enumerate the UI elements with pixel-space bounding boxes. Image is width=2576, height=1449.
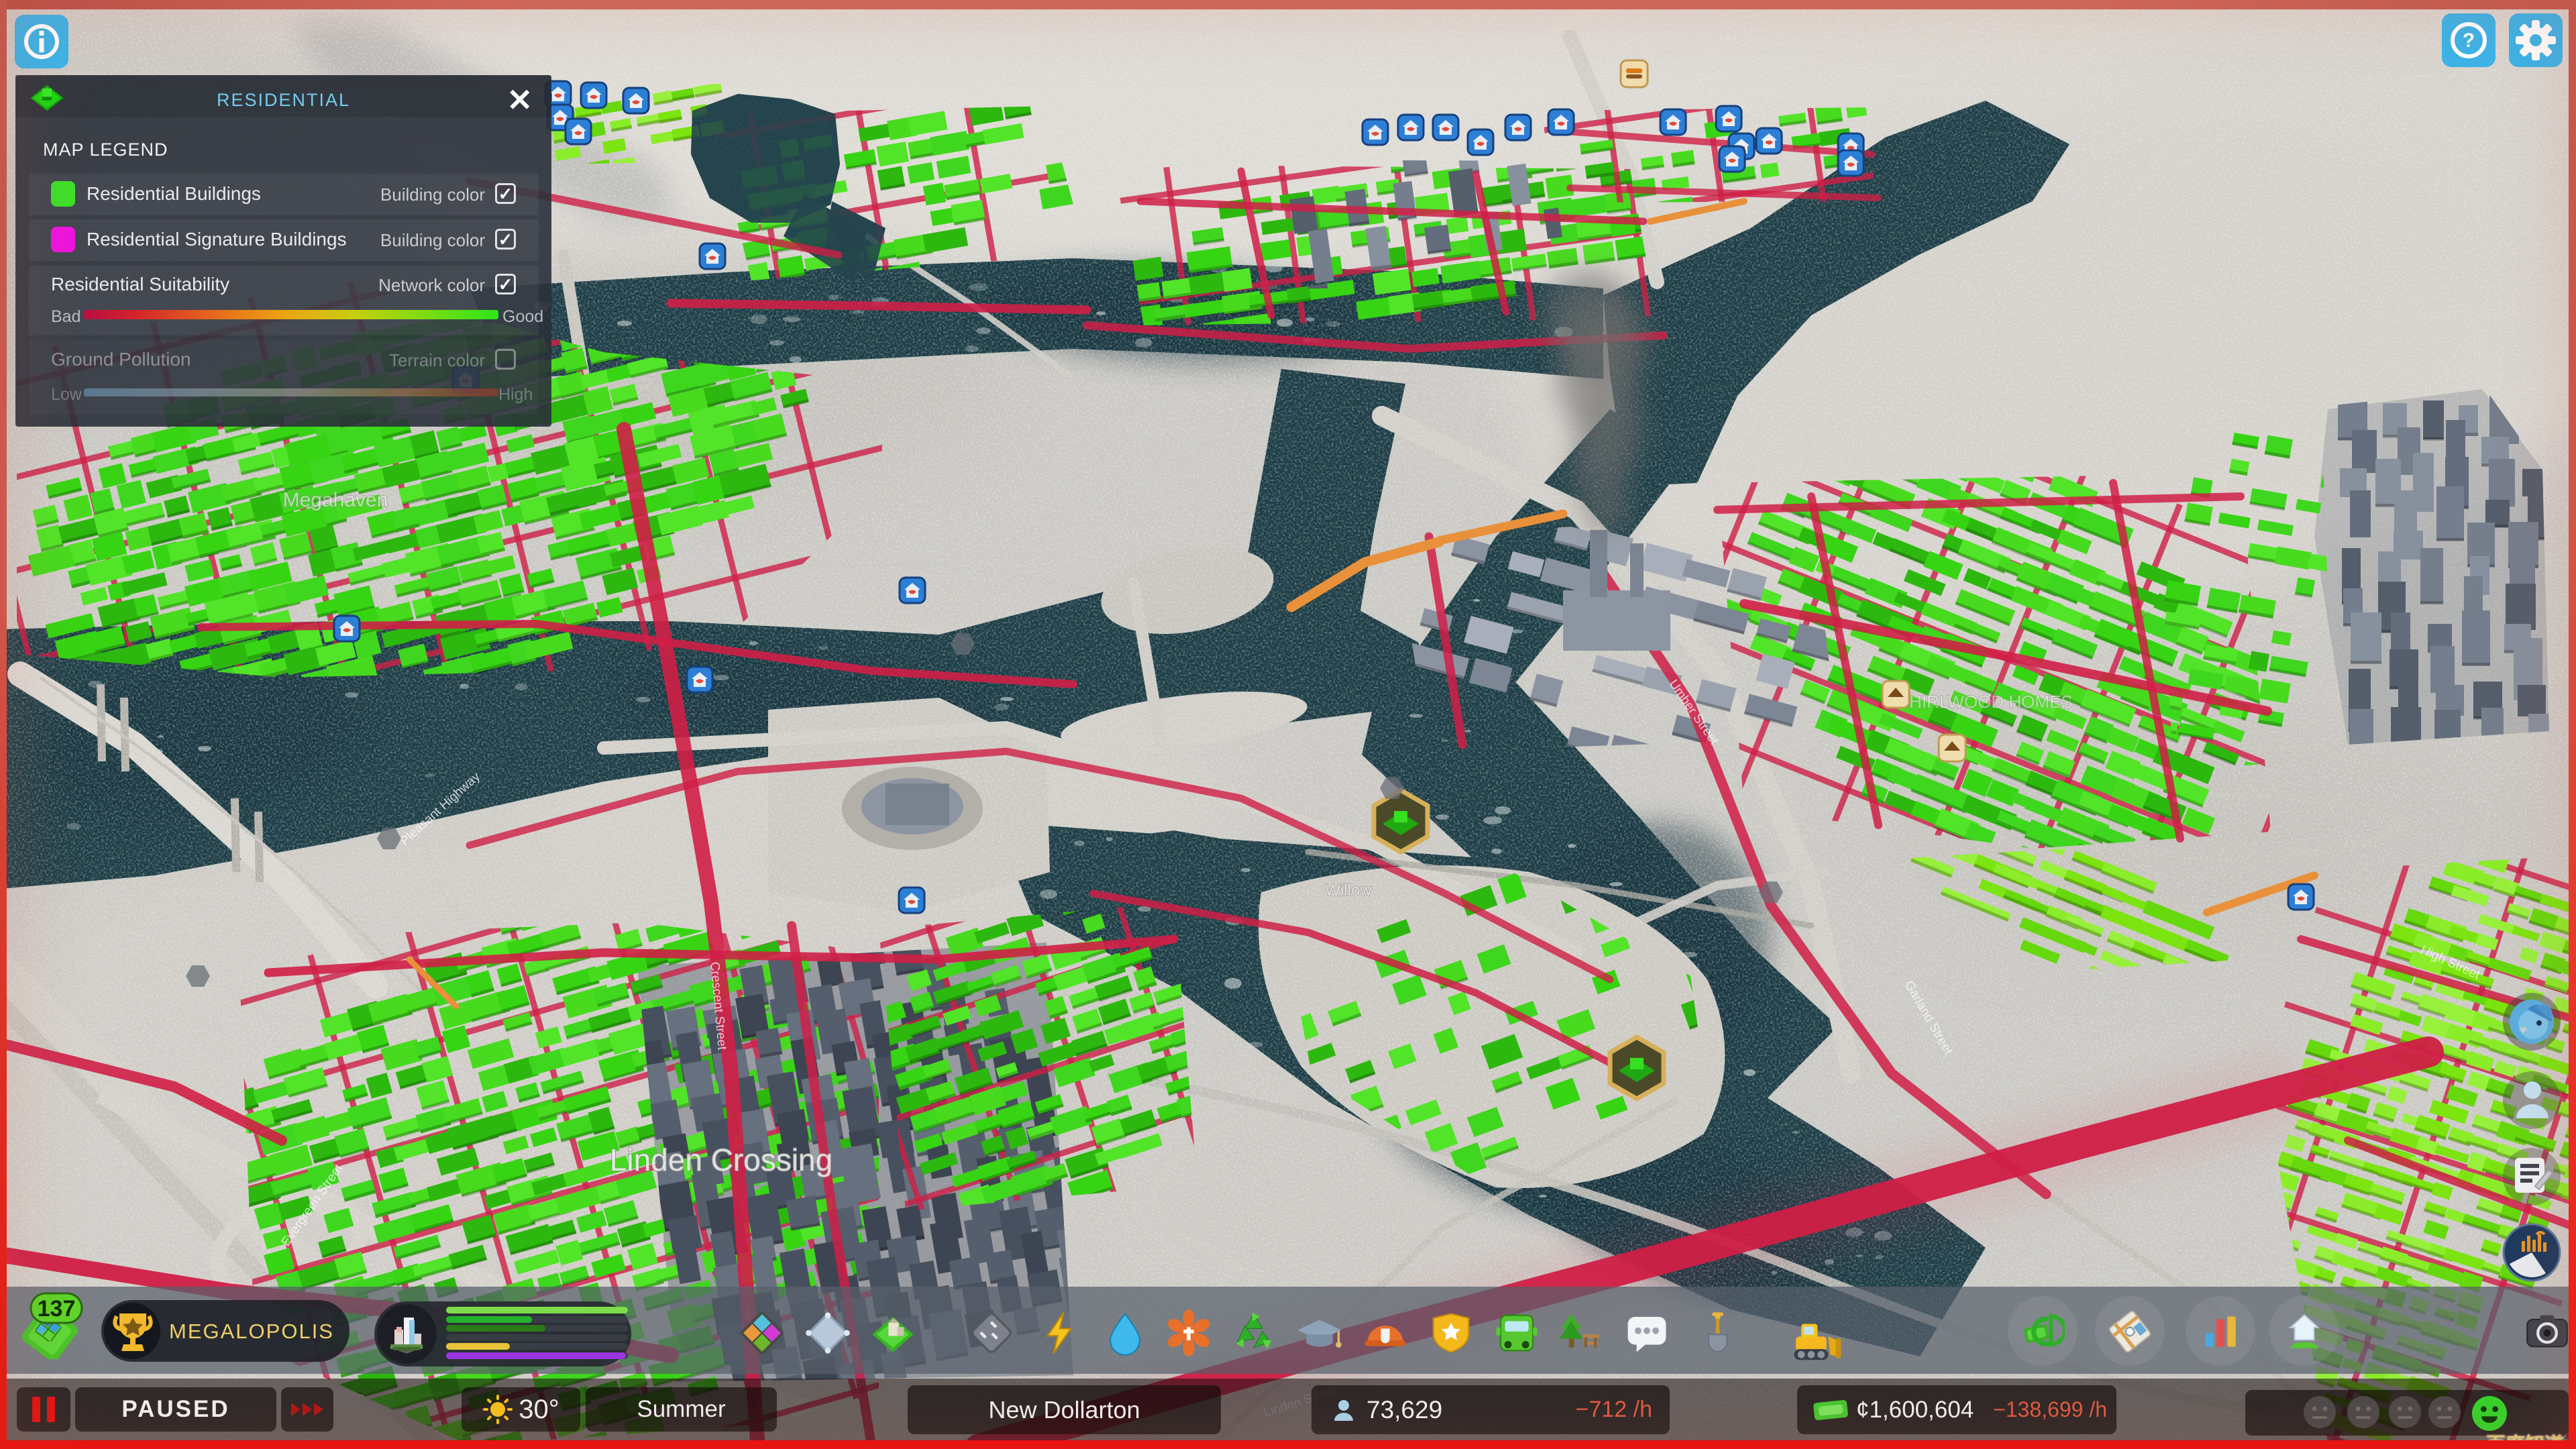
svg-text:Willow: Willow: [1325, 881, 1372, 900]
svg-text:137: 137: [38, 1296, 76, 1322]
svg-text:THIRLWOOD HOMES: THIRLWOOD HOMES: [1898, 692, 2073, 712]
svg-text:Linden Crossing: Linden Crossing: [610, 1142, 833, 1177]
svg-text:?: ?: [2463, 30, 2475, 52]
svg-text:Megahaven: Megahaven: [283, 489, 388, 511]
